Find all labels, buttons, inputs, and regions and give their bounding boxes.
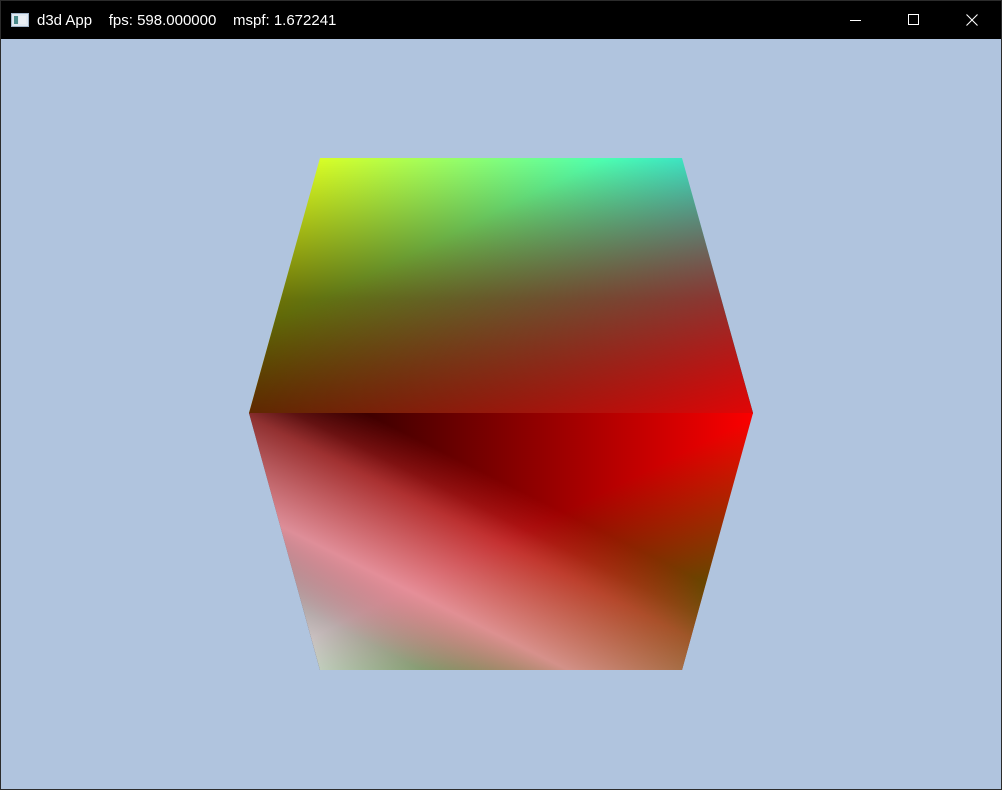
render-viewport[interactable] — [1, 39, 1001, 789]
maximize-button[interactable] — [885, 1, 943, 39]
minimize-icon — [850, 20, 861, 21]
close-icon — [966, 14, 978, 26]
window-controls — [827, 1, 1001, 39]
maximize-icon — [908, 14, 919, 25]
minimize-button[interactable] — [827, 1, 885, 39]
rendered-cube — [249, 158, 753, 670]
title-bar[interactable]: d3d App fps: 598.000000 mspf: 1.672241 — [1, 1, 1001, 39]
app-window: d3d App fps: 598.000000 mspf: 1.672241 — [0, 0, 1002, 790]
app-icon — [11, 13, 29, 27]
close-button[interactable] — [943, 1, 1001, 39]
window-title: d3d App fps: 598.000000 mspf: 1.672241 — [37, 11, 337, 29]
